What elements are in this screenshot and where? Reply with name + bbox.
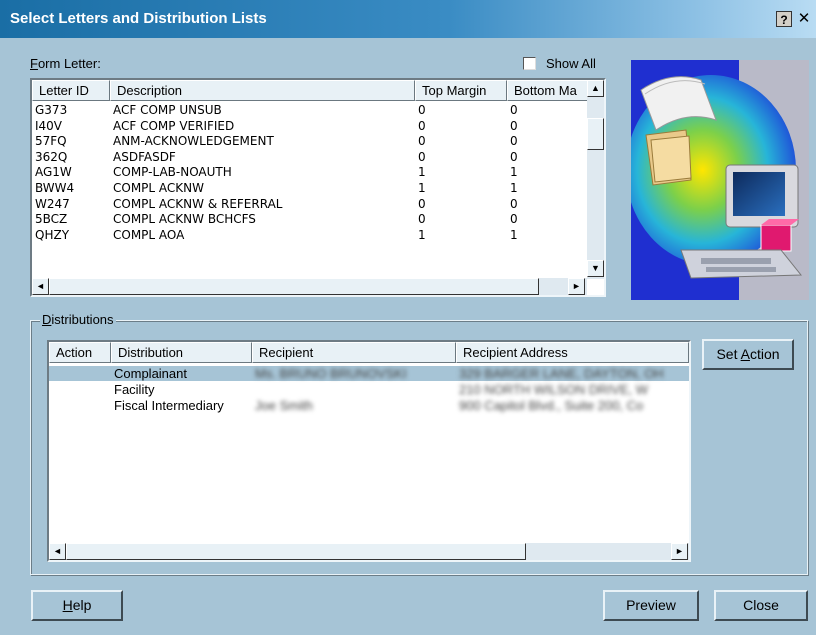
distribution-address-cell: 210 NORTH WILSON DRIVE, W [459,381,649,397]
distribution-row[interactable]: Fiscal Intermediary Joe Smith 900 Capitol … [49,398,689,413]
hscroll-thumb[interactable] [49,278,539,295]
col-action[interactable]: Action [49,342,111,363]
col-bottom-margin[interactable]: Bottom Ma [507,80,588,101]
letter-row[interactable]: G373 ACF COMP UNSUB 0 0 [32,103,588,118]
letter-top-cell: 0 [418,134,426,149]
letter-description-cell: COMPL ACKNW BCHCFS [113,212,256,227]
set-action-button[interactable]: Set Action [702,339,794,370]
select-letters-dialog: Select Letters and Distribution Lists ? … [0,0,816,635]
form-letter-list[interactable]: Letter ID Description Top Margin Bottom … [30,78,606,297]
computer-illustration [631,60,809,300]
col-top-margin[interactable]: Top Margin [415,80,507,101]
letter-top-cell: 0 [418,196,426,211]
col-letter-id[interactable]: Letter ID [32,80,110,101]
letter-description-cell: COMPL ACKNW & REFERRAL [113,196,283,211]
show-all-label: Show All [546,56,596,71]
letter-bottom-cell: 0 [510,212,518,227]
distribution-distribution-cell: Complainant [114,366,187,381]
hscroll-thumb[interactable] [66,543,526,560]
show-all-checkbox[interactable] [523,57,536,70]
scroll-right-icon[interactable]: ► [568,278,585,295]
letter-top-cell: 0 [418,149,426,164]
letter-description-cell: COMPL ACKNW [113,181,205,195]
title-bar[interactable]: Select Letters and Distribution Lists ? … [0,0,816,38]
distributions-header: Action Distribution Recipient Recipient … [49,342,689,363]
letter-description-cell: ANM-ACKNOWLEDGEMENT [113,134,274,149]
col-recipient-address[interactable]: Recipient Address [456,342,689,363]
help-button[interactable]: Help [31,590,123,621]
help-icon[interactable]: ? [776,11,792,27]
distribution-row[interactable]: Complainant Ms. BRUNO BRUNOVSKI 329 BARGER… [49,366,689,381]
letter-top-cell: 1 [418,165,426,180]
letter-id-cell: 57FQ [35,134,67,149]
letter-id-cell: QHZY [35,227,70,242]
form-letter-label: Form Letter: [30,56,101,71]
letter-top-cell: 0 [418,212,426,227]
window-title: Select Letters and Distribution Lists [10,10,267,27]
letter-row[interactable]: AG1W COMP-LAB-NOAUTH 1 1 [32,165,588,180]
letter-description-cell: ACF COMP VERIFIED [113,118,235,133]
letter-top-cell: 0 [418,118,426,133]
letter-id-cell: I40V [35,118,63,133]
distribution-address-cell: 900 Capitol Blvd., Suite 200, Co [459,397,644,413]
distribution-action-cell [49,382,111,397]
form-letter-header: Letter ID Description Top Margin Bottom … [32,80,588,101]
letter-top-cell: 0 [418,103,426,117]
distribution-action-cell [49,398,111,413]
letter-id-cell: AG1W [35,165,72,180]
letter-id-cell: W247 [35,196,70,211]
scroll-down-icon[interactable]: ▼ [587,260,604,277]
distribution-distribution-cell: Fiscal Intermediary [114,397,224,413]
letter-bottom-cell: 0 [510,134,518,149]
distribution-address-cell: 329 BARGER LANE, DAYTON, OH [459,366,664,381]
close-button[interactable]: Close [714,590,808,621]
letter-row[interactable]: BWW4 COMPL ACKNW 1 1 [32,181,588,196]
scroll-left-icon[interactable]: ◄ [49,543,66,560]
form-letter-hscroll[interactable]: ◄ ► [32,278,587,295]
letter-top-cell: 1 [418,181,426,195]
scroll-thumb[interactable] [587,118,604,150]
close-icon[interactable]: ✕ [796,11,812,27]
letter-bottom-cell: 0 [510,103,518,117]
letter-bottom-cell: 0 [510,149,518,164]
form-letter-vscroll[interactable]: ▲ ▼ [587,80,604,279]
col-description[interactable]: Description [110,80,415,101]
distribution-distribution-cell: Facility [114,381,155,397]
preview-button[interactable]: Preview [603,590,699,621]
letter-row[interactable]: 362Q ASDFASDF 0 0 [32,150,588,165]
distribution-recipient-cell: Joe Smith [255,397,313,413]
letter-row[interactable]: QHZY COMPL AOA 1 1 [32,228,588,243]
letter-row[interactable]: I40V ACF COMP VERIFIED 0 0 [32,119,588,134]
scroll-right-icon[interactable]: ► [671,543,688,560]
letter-row[interactable]: W247 COMPL ACKNW & REFERRAL 0 0 [32,197,588,212]
distribution-action-cell [49,366,111,381]
letter-description-cell: ACF COMP UNSUB [113,103,222,117]
col-recipient[interactable]: Recipient [252,342,456,363]
letter-bottom-cell: 0 [510,196,518,211]
letter-description-cell: ASDFASDF [113,149,176,164]
letter-id-cell: 5BCZ [35,212,68,227]
letter-bottom-cell: 1 [510,181,518,195]
letter-bottom-cell: 1 [510,227,518,242]
distribution-recipient-cell [252,382,456,397]
distribution-recipient-cell: Ms. BRUNO BRUNOVSKI [255,366,407,381]
distributions-list[interactable]: Action Distribution Recipient Recipient … [47,340,691,562]
distributions-label: Distributions [40,312,116,327]
letter-id-cell: G373 [35,103,68,117]
letter-id-cell: 362Q [35,149,68,164]
letter-description-cell: COMP-LAB-NOAUTH [113,165,232,180]
letter-row[interactable]: 5BCZ COMPL ACKNW BCHCFS 0 0 [32,212,588,227]
distribution-row[interactable]: Facility 210 NORTH WILSON DRIVE, W [49,382,689,397]
col-distribution[interactable]: Distribution [111,342,252,363]
letter-top-cell: 1 [418,227,426,242]
letter-id-cell: BWW4 [35,181,75,195]
scroll-up-icon[interactable]: ▲ [587,80,604,97]
letter-row[interactable]: 57FQ ANM-ACKNOWLEDGEMENT 0 0 [32,134,588,149]
distributions-hscroll[interactable]: ◄ ► [49,543,689,560]
letter-bottom-cell: 0 [510,118,518,133]
letter-bottom-cell: 1 [510,165,518,180]
letter-description-cell: COMPL AOA [113,227,185,242]
scroll-left-icon[interactable]: ◄ [32,278,49,295]
